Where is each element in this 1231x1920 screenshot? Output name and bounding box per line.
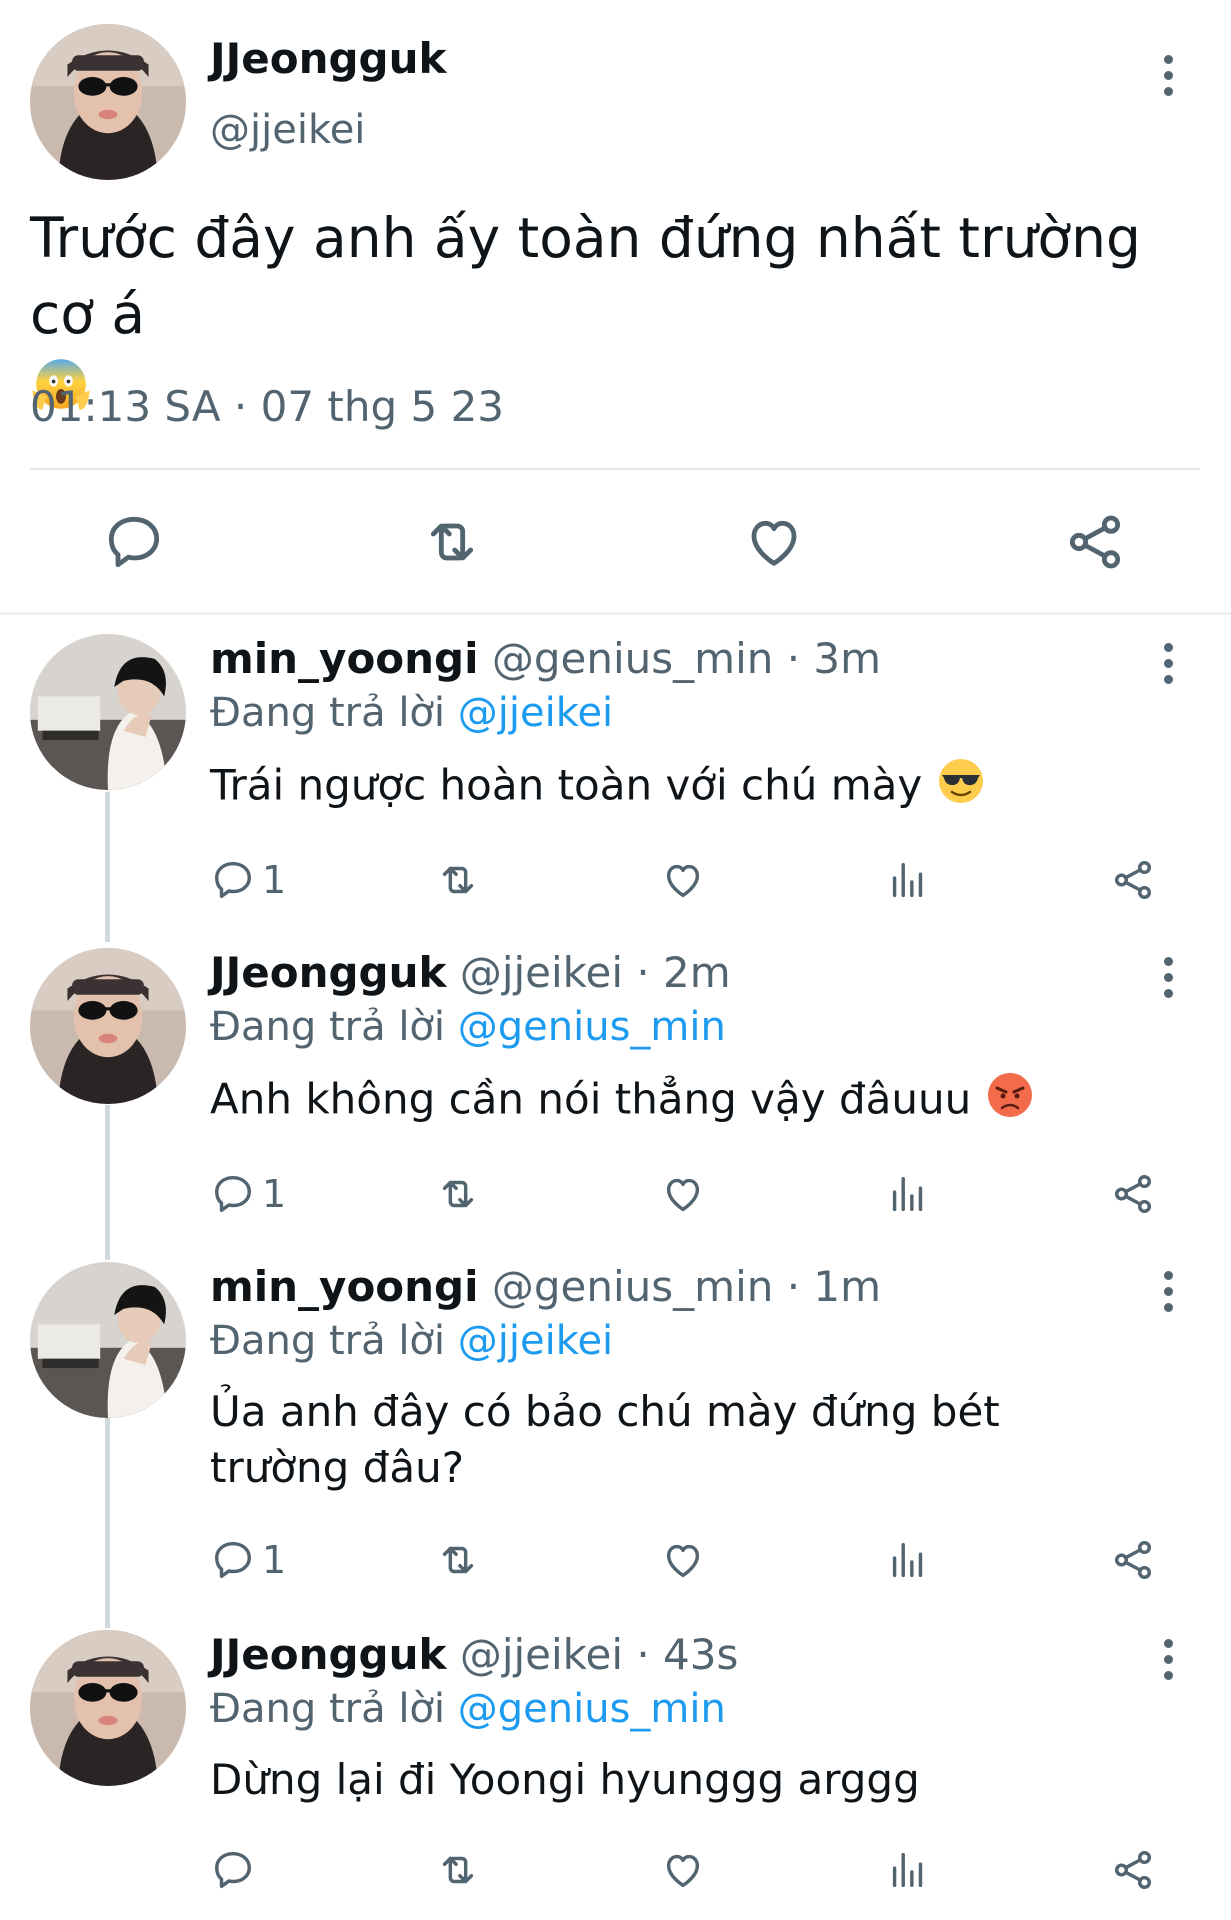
reply-text: Dừng lại đi Yoongi hyunggg arggg: [210, 1752, 1140, 1808]
share-button[interactable]: [1110, 852, 1156, 908]
retweet-button[interactable]: [435, 1532, 481, 1588]
more-options-icon[interactable]: [1153, 50, 1183, 100]
like-button[interactable]: [660, 1532, 706, 1588]
replying-to: Đang trả lời @jjeikei: [210, 1318, 613, 1364]
reply-button[interactable]: 1: [210, 852, 286, 908]
more-options-icon[interactable]: [1153, 638, 1183, 688]
reply-button[interactable]: 1: [210, 1532, 286, 1588]
mention-link[interactable]: @jjeikei: [458, 1318, 613, 1364]
replying-label: Đang trả lời: [210, 1686, 446, 1732]
reply-meta: @genius_min · 3m: [491, 634, 882, 683]
reply-text-content: Dừng lại đi Yoongi hyunggg arggg: [210, 1755, 920, 1804]
reply-author-name[interactable]: JJeongguk: [210, 1630, 446, 1679]
mention-link[interactable]: @genius_min: [458, 1686, 726, 1732]
reply-actions: 1: [210, 1166, 1170, 1226]
mention-link[interactable]: @genius_min: [458, 1004, 726, 1050]
like-button[interactable]: [660, 1842, 706, 1898]
more-options-icon[interactable]: [1153, 1266, 1183, 1316]
like-button[interactable]: [660, 1166, 706, 1222]
reply-text-content: Ủa anh đây có bảo chú mày đứng bét trườn…: [210, 1387, 1000, 1492]
retweet-button[interactable]: [435, 1166, 481, 1222]
retweet-button[interactable]: [435, 1842, 481, 1898]
mention-link[interactable]: @jjeikei: [458, 690, 613, 736]
analytics-button[interactable]: [885, 1842, 931, 1898]
analytics-button[interactable]: [885, 852, 931, 908]
like-button[interactable]: [660, 852, 706, 908]
tweet-timestamp: 01:13 SA · 07 thg 5 23: [30, 382, 505, 431]
share-button[interactable]: [1110, 1166, 1156, 1222]
reply-author-name[interactable]: min_yoongi: [210, 1262, 479, 1311]
divider: [30, 468, 1200, 470]
more-options-icon[interactable]: [1153, 1634, 1183, 1684]
angry-emoji-icon: [985, 1070, 1035, 1134]
author-name[interactable]: JJeongguk: [210, 34, 446, 83]
retweet-button[interactable]: [420, 510, 484, 574]
reply-text: Anh không cần nói thẳng vậy đâuuu: [210, 1070, 1140, 1134]
reply-item[interactable]: min_yoongi @genius_min · 3m Đang trả lời…: [0, 634, 1231, 914]
share-button[interactable]: [1110, 1842, 1156, 1898]
analytics-button[interactable]: [885, 1532, 931, 1588]
avatar-min-yoongi[interactable]: [30, 1262, 186, 1418]
reply-meta: @genius_min · 1m: [491, 1262, 882, 1311]
share-button[interactable]: [1110, 1532, 1156, 1588]
like-button[interactable]: [742, 510, 806, 574]
avatar-min-yoongi[interactable]: [30, 634, 186, 790]
avatar-jjeongguk[interactable]: [30, 1630, 186, 1786]
reply-actions: 1: [210, 852, 1170, 912]
reply-meta: @jjeikei · 2m: [459, 948, 731, 997]
reply-actions: [210, 1842, 1170, 1902]
reply-button[interactable]: [210, 1842, 262, 1898]
tweet-text-content: Trước đây anh ấy toàn đứng nhất trường c…: [30, 206, 1141, 346]
replying-label: Đang trả lời: [210, 1318, 446, 1364]
reply-header: min_yoongi @genius_min · 1m: [210, 1262, 881, 1311]
reply-meta: @jjeikei · 43s: [459, 1630, 739, 1679]
section-divider: [0, 612, 1231, 615]
reply-item[interactable]: JJeongguk @jjeikei · 2m Đang trả lời @ge…: [0, 948, 1231, 1228]
reply-button[interactable]: 1: [210, 1166, 286, 1222]
more-options-icon[interactable]: [1153, 952, 1183, 1002]
replying-to: Đang trả lời @genius_min: [210, 1004, 726, 1050]
author-handle[interactable]: @jjeikei: [210, 107, 365, 153]
avatar-jjeongguk[interactable]: [30, 24, 186, 180]
reply-button[interactable]: [102, 510, 166, 574]
reply-actions: 1: [210, 1532, 1170, 1592]
reply-author-name[interactable]: min_yoongi: [210, 634, 479, 683]
analytics-button[interactable]: [885, 1166, 931, 1222]
reply-header: min_yoongi @genius_min · 3m: [210, 634, 881, 683]
reply-text: Trái ngược hoàn toàn với chú mày: [210, 756, 1140, 820]
reply-author-name[interactable]: JJeongguk: [210, 948, 446, 997]
reply-text: Ủa anh đây có bảo chú mày đứng bét trườn…: [210, 1384, 1110, 1496]
replying-label: Đang trả lời: [210, 1004, 446, 1050]
reply-count: 1: [262, 1538, 287, 1582]
avatar-jjeongguk[interactable]: [30, 948, 186, 1104]
retweet-button[interactable]: [435, 852, 481, 908]
replying-to: Đang trả lời @jjeikei: [210, 690, 613, 736]
reply-count: 1: [262, 1172, 287, 1216]
reply-item[interactable]: JJeongguk @jjeikei · 43s Đang trả lời @g…: [0, 1630, 1231, 1910]
replying-to: Đang trả lời @genius_min: [210, 1686, 726, 1732]
sunglasses-emoji-icon: [936, 756, 986, 820]
reply-header: JJeongguk @jjeikei · 43s: [210, 1630, 738, 1679]
share-button[interactable]: [1063, 510, 1127, 574]
reply-text-content: Anh không cần nói thẳng vậy đâuuu: [210, 1074, 972, 1124]
reply-text-content: Trái ngược hoàn toàn với chú mày: [210, 760, 923, 810]
reply-header: JJeongguk @jjeikei · 2m: [210, 948, 731, 997]
reply-item[interactable]: min_yoongi @genius_min · 1m Đang trả lời…: [0, 1262, 1231, 1592]
replying-label: Đang trả lời: [210, 690, 446, 736]
reply-count: 1: [262, 858, 287, 902]
